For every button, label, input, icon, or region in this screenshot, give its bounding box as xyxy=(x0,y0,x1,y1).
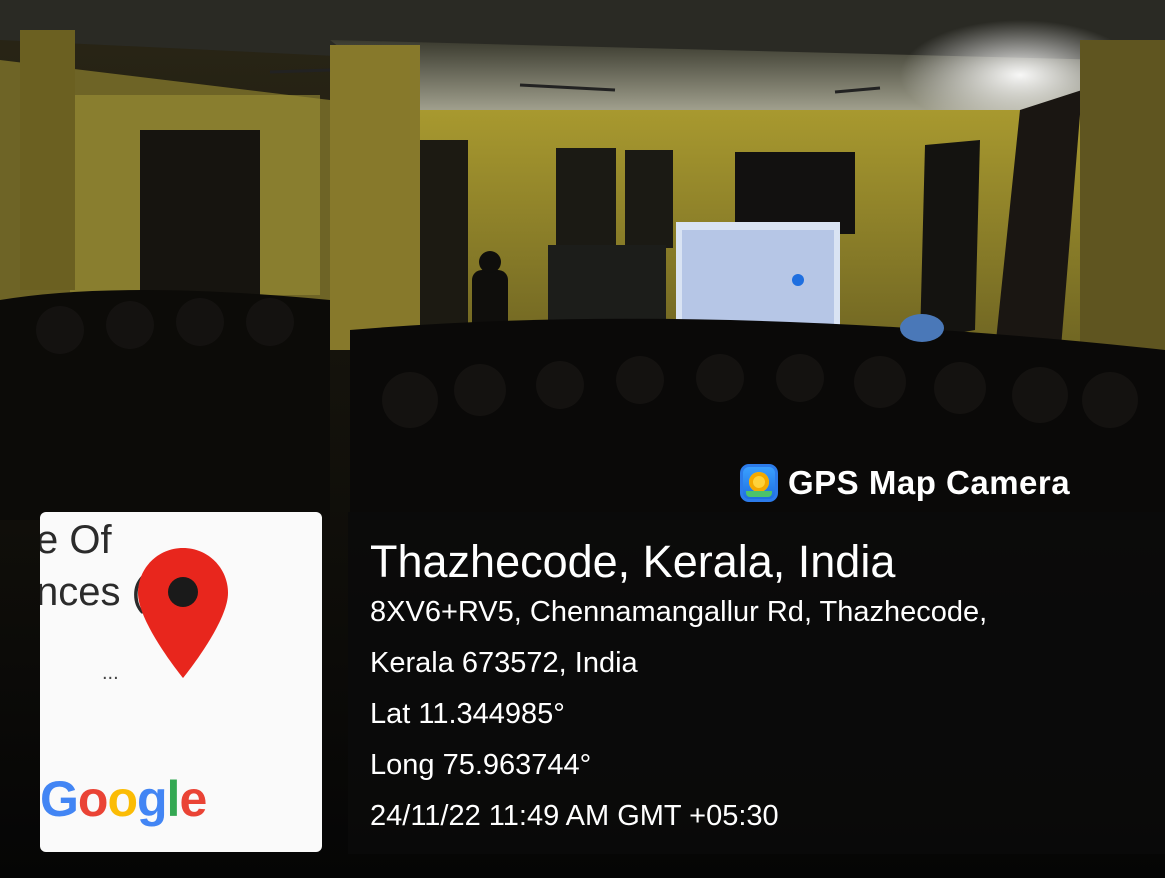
map-pin-icon xyxy=(138,548,228,678)
longitude: Long 75.963744° xyxy=(370,749,592,781)
address-line-2: Kerala 673572, India xyxy=(370,647,638,679)
app-name: GPS Map Camera xyxy=(788,464,1071,501)
latitude: Lat 11.344985° xyxy=(370,698,565,730)
timestamp: 24/11/22 11:49 AM GMT +05:30 xyxy=(370,800,779,832)
app-watermark: GPS Map Camera xyxy=(740,460,1070,506)
map-ellipsis: ... xyxy=(102,662,119,684)
photo-frame: GPS Map Camera e Of nces ( ... Google Th… xyxy=(0,0,1165,878)
location-info-panel: Thazhecode, Kerala, India 8XV6+RV5, Chen… xyxy=(348,512,1165,854)
google-logo: Google xyxy=(40,771,207,827)
map-place-label-line2: nces ( xyxy=(40,570,145,614)
gps-map-camera-app-icon xyxy=(740,464,778,502)
location-title: Thazhecode, Kerala, India xyxy=(370,536,896,587)
map-thumbnail: e Of nces ( ... Google xyxy=(40,512,322,852)
address-line-1: 8XV6+RV5, Chennamangallur Rd, Thazhecode… xyxy=(370,596,988,628)
map-place-label-line1: e Of xyxy=(40,518,112,562)
